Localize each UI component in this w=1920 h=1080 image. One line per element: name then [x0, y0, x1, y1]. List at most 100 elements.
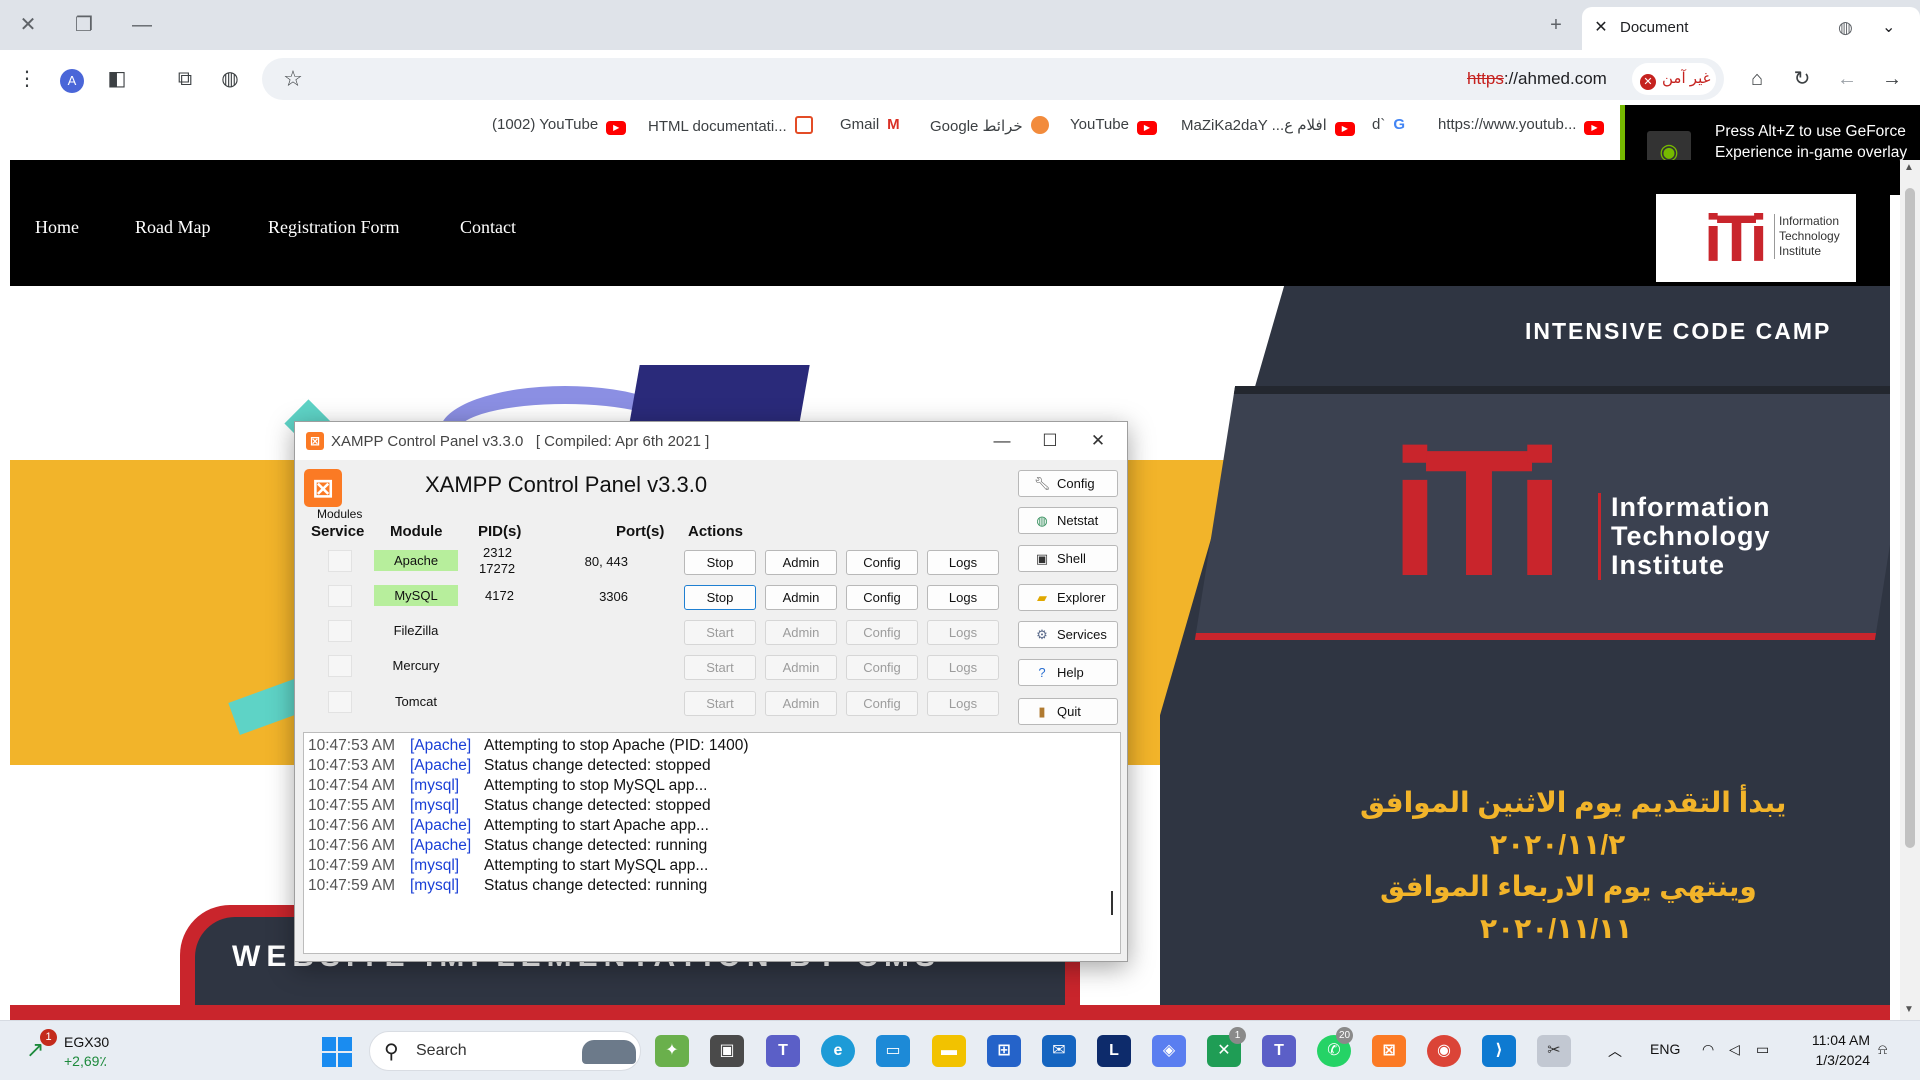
- snipping-tool-icon[interactable]: ✂: [1537, 1035, 1571, 1067]
- iti-brand-logo[interactable]: iTi Information Technology Institute: [1656, 194, 1856, 282]
- config-button[interactable]: Config: [846, 620, 918, 645]
- teams-chat-icon[interactable]: T: [766, 1035, 800, 1067]
- tab-document[interactable]: ✕ Document ◍ ⌄: [1582, 7, 1920, 50]
- stock-widget[interactable]: ↗ 1 EGX30 +2,69٪: [24, 1029, 134, 1073]
- nav-registration-form[interactable]: Registration Form: [268, 217, 400, 238]
- computer-icon[interactable]: ▭: [876, 1035, 910, 1067]
- admin-button[interactable]: Admin: [765, 550, 837, 575]
- address-bar[interactable]: ☆ https://ahmed.com ✕ غير آمن: [262, 58, 1724, 100]
- tab-search-icon[interactable]: ⌄: [1882, 17, 1904, 39]
- stop-button[interactable]: Stop: [684, 550, 756, 575]
- bookmark-html-docs[interactable]: HTML documentati...: [648, 116, 813, 135]
- task-view-icon[interactable]: ▣: [710, 1035, 744, 1067]
- scroll-thumb[interactable]: [1905, 188, 1915, 848]
- nav-road-map[interactable]: Road Map: [135, 217, 211, 238]
- security-chip[interactable]: ✕ غير آمن: [1632, 63, 1716, 95]
- help-button[interactable]: ? Help: [1018, 659, 1118, 686]
- bookmark-d[interactable]: d` G: [1372, 116, 1405, 133]
- xampp-log[interactable]: 10:47:53 AM [Apache] Attempting to stop Ap…: [303, 732, 1121, 954]
- logs-button[interactable]: Logs: [927, 620, 999, 645]
- file-explorer-icon[interactable]: ▬: [932, 1035, 966, 1067]
- nav-contact[interactable]: Contact: [460, 217, 516, 238]
- clock[interactable]: 11:04 AM 1/3/2024: [1796, 1030, 1870, 1070]
- config-button[interactable]: Config: [846, 691, 918, 716]
- teams-icon[interactable]: T: [1262, 1035, 1296, 1067]
- start-button[interactable]: Start: [684, 655, 756, 680]
- bookmark-gmail[interactable]: Gmail M: [840, 116, 900, 133]
- config-button[interactable]: Config: [846, 550, 918, 575]
- minimize-window-icon[interactable]: —: [128, 11, 156, 39]
- microsoft-store-icon[interactable]: ⊞: [987, 1035, 1021, 1067]
- config-button[interactable]: Config: [846, 585, 918, 610]
- close-tab-icon[interactable]: ✕: [1590, 17, 1612, 39]
- minimize-icon[interactable]: —: [979, 428, 1025, 454]
- reload-icon[interactable]: ↻: [1787, 64, 1817, 94]
- copilot-icon[interactable]: ✦: [655, 1035, 689, 1067]
- quit-button[interactable]: ▮ Quit: [1018, 698, 1118, 725]
- service-checkbox[interactable]: [328, 691, 352, 713]
- explorer-button[interactable]: ▰ Explorer: [1018, 584, 1118, 611]
- back-icon[interactable]: ←: [1832, 64, 1862, 94]
- maximize-icon[interactable]: ☐: [1027, 428, 1073, 454]
- admin-button[interactable]: Admin: [765, 585, 837, 610]
- start-button[interactable]: Start: [684, 691, 756, 716]
- service-checkbox[interactable]: [328, 655, 352, 677]
- menu-kebab-icon[interactable]: ⋮: [12, 64, 42, 94]
- service-checkbox[interactable]: [328, 585, 352, 607]
- admin-button[interactable]: Admin: [765, 620, 837, 645]
- sidebar-icon[interactable]: ◧: [102, 64, 132, 94]
- logs-button[interactable]: Logs: [927, 691, 999, 716]
- copilot-app-icon[interactable]: ◈: [1152, 1035, 1186, 1067]
- home-icon[interactable]: ⌂: [1742, 64, 1772, 94]
- notification-bell-icon[interactable]: ⍾: [1878, 1041, 1887, 1058]
- module-port: 80, 443: [584, 554, 628, 569]
- forward-icon[interactable]: →: [1877, 64, 1907, 94]
- chrome-icon[interactable]: ◉: [1427, 1035, 1461, 1067]
- netstat-button[interactable]: ◍ Netstat: [1018, 507, 1118, 534]
- new-tab-icon[interactable]: +: [1542, 11, 1570, 39]
- shell-button[interactable]: ▣ Shell: [1018, 545, 1118, 572]
- logs-button[interactable]: Logs: [927, 655, 999, 680]
- admin-button[interactable]: Admin: [765, 691, 837, 716]
- restore-window-icon[interactable]: ❐: [70, 11, 98, 39]
- volume-icon[interactable]: ◁: [1729, 1041, 1740, 1058]
- profile-avatar[interactable]: A: [57, 64, 87, 94]
- vscode-icon[interactable]: ⟩: [1482, 1035, 1516, 1067]
- language-indicator[interactable]: ENG: [1650, 1041, 1680, 1057]
- bookmark-star-icon[interactable]: ☆: [278, 64, 308, 94]
- bookmark-youtube-1002[interactable]: (1002) YouTube ▶: [492, 116, 627, 135]
- extensions-icon[interactable]: ⧉: [170, 64, 200, 94]
- xampp-taskbar-icon[interactable]: ⊠: [1372, 1035, 1406, 1067]
- logs-button[interactable]: Logs: [927, 550, 999, 575]
- tray-expand-icon[interactable]: ︿: [1608, 1041, 1622, 1061]
- edge-icon[interactable]: e: [821, 1035, 855, 1067]
- nav-home[interactable]: Home: [35, 217, 79, 238]
- url-text[interactable]: https://ahmed.com: [1467, 69, 1607, 89]
- xampp-titlebar[interactable]: ⊠ XAMPP Control Panel v3.3.0 [ Compiled:…: [295, 422, 1127, 460]
- start-button[interactable]: Start: [684, 620, 756, 645]
- battery-icon[interactable]: ▭: [1756, 1041, 1769, 1058]
- scroll-up-icon[interactable]: ▲: [1904, 162, 1914, 173]
- bookmark-google-maps[interactable]: Google خرائط: [930, 116, 1049, 135]
- l-app-icon[interactable]: L: [1097, 1035, 1131, 1067]
- page-scrollbar[interactable]: ▲ ▼: [1900, 160, 1920, 1020]
- bookmark-youtube-url[interactable]: https://www.youtub... ▶: [1438, 116, 1605, 135]
- taskbar-search[interactable]: ⚲ Search: [369, 1031, 641, 1071]
- translate-icon[interactable]: ◍: [215, 64, 245, 94]
- start-windows-icon[interactable]: [322, 1037, 352, 1067]
- mail-icon[interactable]: ✉: [1042, 1035, 1076, 1067]
- close-icon[interactable]: ✕: [1075, 428, 1121, 454]
- config-button[interactable]: Config: [846, 655, 918, 680]
- bookmark-mazika[interactable]: MaZiKa2daY ...افلام ع ▶: [1181, 116, 1355, 136]
- config-side-button[interactable]: 🔧︎ Config: [1018, 470, 1118, 497]
- admin-button[interactable]: Admin: [765, 655, 837, 680]
- stop-button[interactable]: Stop: [684, 585, 756, 610]
- service-checkbox[interactable]: [328, 620, 352, 642]
- scroll-down-icon[interactable]: ▼: [1904, 1004, 1914, 1015]
- wifi-icon[interactable]: ◠: [1702, 1041, 1714, 1058]
- bookmark-youtube[interactable]: YouTube ▶: [1070, 116, 1157, 135]
- logs-button[interactable]: Logs: [927, 585, 999, 610]
- services-button[interactable]: ⚙ Services: [1018, 621, 1118, 648]
- close-window-icon[interactable]: ✕: [14, 11, 42, 39]
- service-checkbox[interactable]: [328, 550, 352, 572]
